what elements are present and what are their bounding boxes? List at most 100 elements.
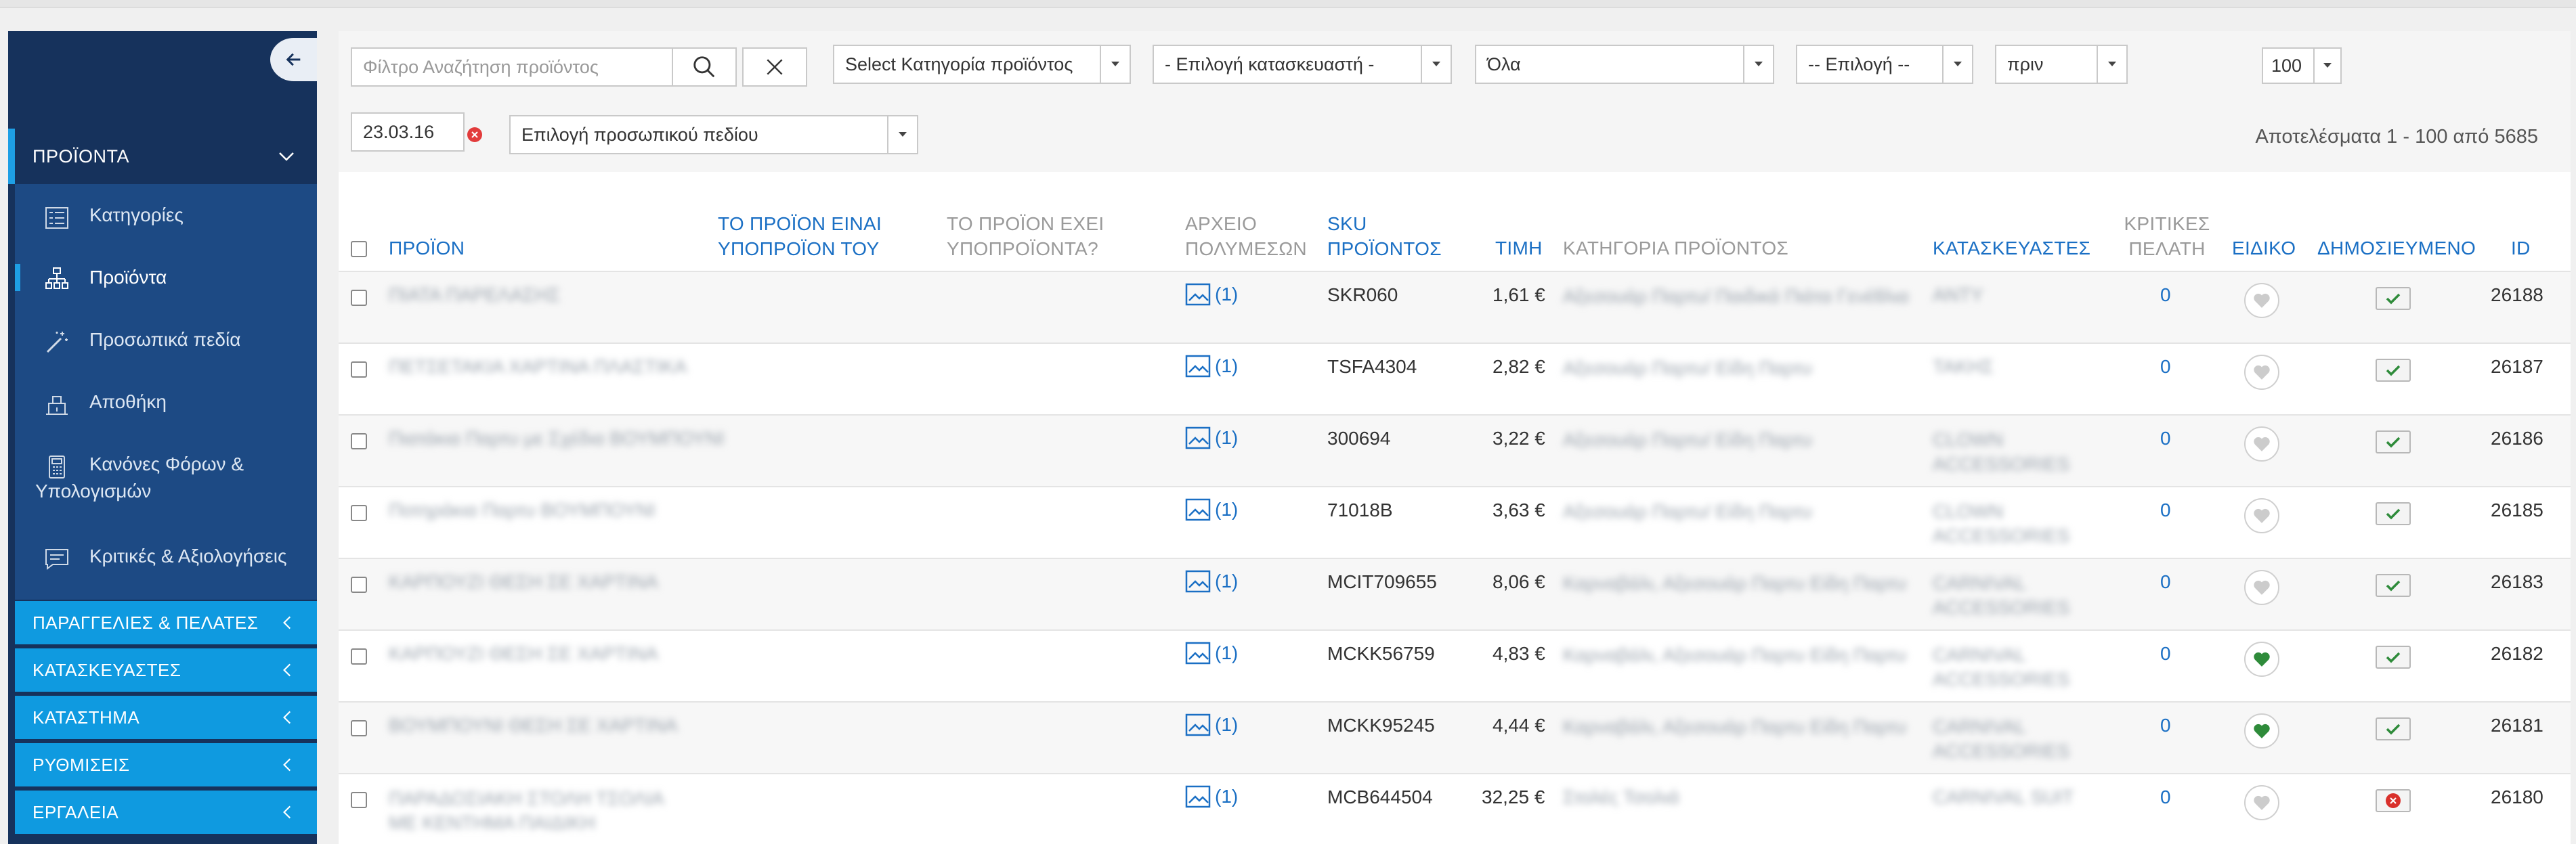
media-link[interactable]: (1) — [1185, 283, 1238, 306]
sidebar-group-settings[interactable]: ΡΥΘΜΙΣΕΙΣ — [15, 743, 317, 786]
sidebar-collapse-button[interactable] — [270, 38, 317, 81]
column-header-reviews: ΚΡΙΤΙΚΕΣ ΠΕΛΑΤΗ — [2124, 213, 2210, 259]
row-checkbox[interactable] — [351, 792, 367, 808]
sidebar-group-manufacturers[interactable]: ΚΑΤΑΣΚΕΥΑΣΤΕΣ — [15, 648, 317, 692]
product-name-link[interactable]: ΠΕΤΣΕΤΑΚΙΑ ΧΑΡΤΙΝΑ ΠΛΑΣΤΙΚΑ — [389, 356, 687, 378]
sidebar-item-reviews[interactable]: Κριτικές & Αξιολογήσεις — [15, 543, 317, 570]
product-name-link[interactable]: ΒΟΥΜΠΟΥΝΙ ΘΕΣΗ ΣΕ ΧΑΡΤΙΝΑ — [389, 715, 677, 736]
column-header-special[interactable]: ΕΙΔΙΚΟ — [2232, 236, 2296, 261]
product-name-link[interactable]: ΠΙΑΤΑ ΠΑΡΕΛΑΣΗΣ — [389, 284, 560, 306]
column-header-is-subproduct[interactable]: ΤΟ ΠΡΟΪΟΝ ΕΙΝΑΙ ΥΠΟΠΡΟΪΟΝ ΤΟΥ — [718, 211, 914, 261]
product-search-field[interactable] — [351, 47, 673, 87]
sidebar-item-warehouse[interactable]: Αποθήκη — [15, 388, 317, 416]
sidebar-group-orders[interactable]: ΠΑΡΑΓΓΕΛΙΕΣ & ΠΕΛΑΤΕΣ — [15, 601, 317, 644]
sidebar-item-categories[interactable]: Κατηγορίες — [15, 202, 317, 229]
media-link[interactable]: (1) — [1185, 498, 1238, 521]
column-header-sku[interactable]: SKU ΠΡΟΪΟΝΤΟΣ — [1327, 211, 1456, 261]
product-name-link[interactable]: Ποτηράκια Παρτυ ΒΟΥΜΠΟΥΝΙ — [389, 499, 656, 521]
option-select[interactable]: -- Επιλογή -- — [1796, 45, 1973, 84]
reviews-count-link[interactable]: 0 — [2160, 428, 2171, 449]
media-link[interactable]: (1) — [1185, 642, 1238, 665]
clear-search-button[interactable] — [742, 47, 807, 87]
media-count: (1) — [1215, 284, 1239, 305]
column-header-product[interactable]: ΠΡΟΪΟΝ — [389, 236, 465, 261]
column-header-manufacturers[interactable]: ΚΑΤΑΣΚΕΥΑΣΤΕΣ — [1933, 236, 2090, 261]
column-header-price[interactable]: ΤΙΜΗ — [1495, 236, 1543, 261]
column-header-published[interactable]: ΔΗΜΟΣΙΕΥΜΕΝΟ — [2317, 236, 2476, 261]
sidebar-section-products[interactable]: ΠΡΟΪΟΝΤΑ — [8, 129, 317, 184]
sidebar-group-store[interactable]: ΚΑΤΑΣΤΗΜΑ — [15, 696, 317, 739]
id-value: 26188 — [2491, 284, 2543, 305]
status-select[interactable]: Όλα — [1475, 45, 1774, 84]
row-checkbox[interactable] — [351, 290, 367, 306]
close-icon — [767, 59, 783, 75]
media-count: (1) — [1215, 499, 1239, 520]
published-toggle[interactable] — [2376, 789, 2411, 812]
special-toggle[interactable] — [2244, 642, 2279, 677]
row-checkbox[interactable] — [351, 720, 367, 736]
search-input[interactable] — [352, 55, 672, 79]
product-name-link[interactable]: ΠΑΡΑΔΟΣΙΑΚΗ ΣΤΟΛΗ ΤΣΟΛΙΑ ΜΕ ΚΕΝΤΗΜΑ ΠΑΙΔ… — [389, 786, 687, 835]
special-toggle[interactable] — [2244, 785, 2279, 820]
published-toggle[interactable] — [2376, 359, 2411, 382]
row-checkbox[interactable] — [351, 505, 367, 521]
price-value: 1,61 € — [1493, 284, 1545, 305]
sidebar-group-tools[interactable]: ΕΡΓΑΛΕΙΑ — [15, 791, 317, 834]
row-checkbox[interactable] — [351, 577, 367, 593]
media-link[interactable]: (1) — [1185, 426, 1238, 449]
check-icon — [2386, 293, 2401, 305]
per-page-value: 100 — [2271, 55, 2302, 76]
check-icon — [2386, 508, 2401, 520]
search-icon — [693, 56, 715, 78]
dropdown-arrow-icon — [1942, 46, 1972, 83]
published-toggle[interactable] — [2376, 646, 2411, 669]
product-name-link[interactable]: ΚΑΡΠΟΥΖΙ ΘΕΣΗ ΣΕ ΧΑΡΤΙΝΑ — [389, 643, 658, 665]
chevron-left-icon — [283, 711, 291, 724]
product-name-link[interactable]: ΚΑΡΠΟΥΖΙ ΘΕΣΗ ΣΕ ΧΑΡΤΙΝΑ — [389, 571, 658, 593]
media-link[interactable]: (1) — [1185, 713, 1238, 736]
special-toggle[interactable] — [2244, 498, 2279, 533]
sidebar-item-products[interactable]: Προϊόντα — [15, 264, 317, 291]
select-all-checkbox[interactable] — [351, 241, 367, 257]
sidebar-item-tax-rules[interactable]: Κανόνες Φόρων & Υπολογισμών — [15, 451, 317, 505]
row-checkbox[interactable] — [351, 648, 367, 665]
per-page-select[interactable]: 100 — [2262, 47, 2342, 84]
special-toggle[interactable] — [2244, 426, 2279, 462]
date-field[interactable]: 23.03.16 — [351, 112, 465, 152]
sidebar-item-custom-fields[interactable]: Προσωπικά πεδία — [15, 326, 317, 353]
heart-icon — [2254, 437, 2270, 451]
manufacturer-select-value: - Επιλογή κατασκευαστή - — [1165, 53, 1375, 74]
custom-field-select[interactable]: Επιλογή προσωπικού πεδίου — [509, 115, 918, 154]
media-link[interactable]: (1) — [1185, 355, 1238, 378]
search-button[interactable] — [672, 47, 737, 87]
reviews-count-link[interactable]: 0 — [2160, 786, 2171, 808]
row-checkbox[interactable] — [351, 433, 367, 449]
column-header-id[interactable]: ID — [2511, 236, 2531, 261]
reviews-count-link[interactable]: 0 — [2160, 643, 2171, 665]
price-value: 32,25 € — [1482, 786, 1545, 807]
manufacturer-select[interactable]: - Επιλογή κατασκευαστή - — [1153, 45, 1452, 84]
special-toggle[interactable] — [2244, 283, 2279, 318]
published-toggle[interactable] — [2376, 717, 2411, 740]
row-checkbox[interactable] — [351, 361, 367, 378]
product-name-link[interactable]: Πιατάκια Παρτυ με Σχέδια ΒΟΥΜΠΟΥΝΙ — [389, 428, 725, 449]
heart-icon — [2254, 652, 2270, 667]
media-link[interactable]: (1) — [1185, 570, 1238, 593]
reviews-count-link[interactable]: 0 — [2160, 356, 2171, 378]
reviews-count-link[interactable]: 0 — [2160, 715, 2171, 736]
special-toggle[interactable] — [2244, 570, 2279, 605]
reviews-count-link[interactable]: 0 — [2160, 499, 2171, 521]
media-link[interactable]: (1) — [1185, 785, 1238, 808]
special-toggle[interactable] — [2244, 355, 2279, 390]
published-toggle[interactable] — [2376, 502, 2411, 525]
sku-value: TSFA4304 — [1327, 356, 1417, 377]
reviews-count-link[interactable]: 0 — [2160, 284, 2171, 306]
published-toggle[interactable] — [2376, 287, 2411, 310]
special-toggle[interactable] — [2244, 713, 2279, 749]
published-toggle[interactable] — [2376, 430, 2411, 453]
reviews-count-link[interactable]: 0 — [2160, 571, 2171, 593]
published-toggle[interactable] — [2376, 574, 2411, 597]
date-direction-select[interactable]: πριν — [1995, 45, 2128, 84]
clear-date-button[interactable] — [467, 127, 482, 142]
category-select[interactable]: Select Κατηγορία προϊόντος — [833, 45, 1131, 84]
